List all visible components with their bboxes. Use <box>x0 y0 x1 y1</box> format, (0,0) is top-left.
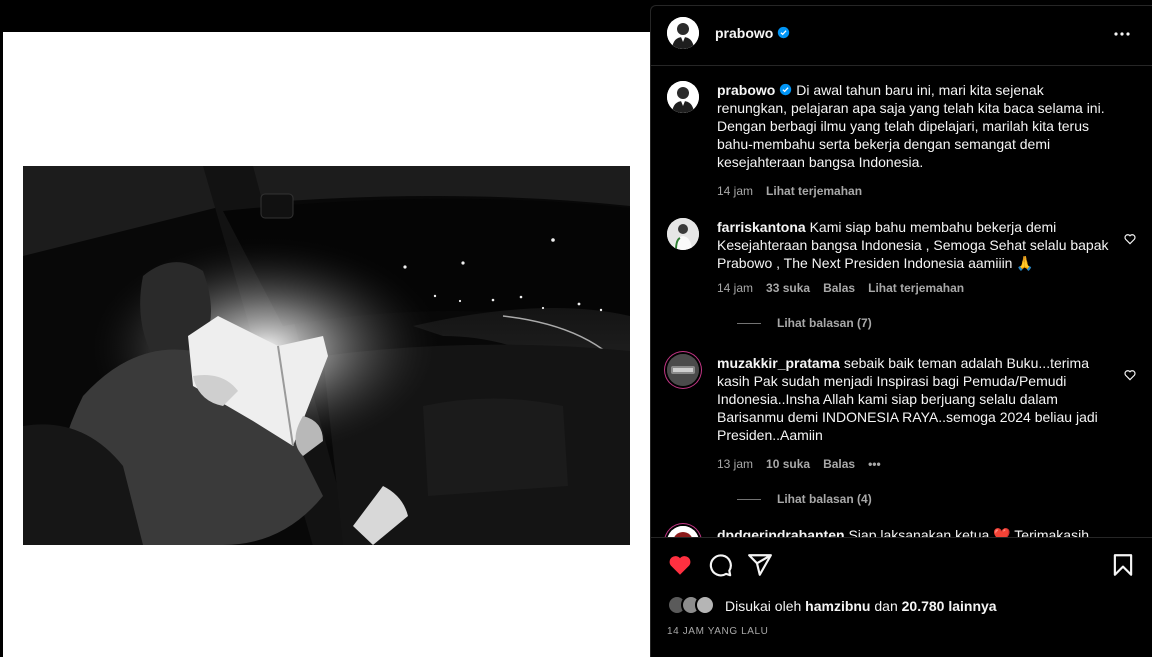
comment-likes[interactable]: 10 suka <box>766 457 810 471</box>
caption-meta: 14 jam Lihat terjemahan <box>717 184 875 198</box>
caption-time: 14 jam <box>717 184 754 198</box>
liked-by-prefix: Disukai oleh <box>725 598 802 614</box>
liked-by-and: dan <box>874 598 898 614</box>
comment-text-block: farriskantona Kami siap bahu membahu bek… <box>717 218 1117 272</box>
comment-likes[interactable]: 33 suka <box>766 281 810 295</box>
comment-time: 13 jam <box>717 457 754 471</box>
share-paper-plane-icon[interactable] <box>747 552 773 578</box>
comment-reply-button[interactable]: Balas <box>823 457 855 471</box>
like-heart-icon[interactable] <box>667 552 693 578</box>
commenter-avatar[interactable] <box>667 218 699 250</box>
comment-translate-link[interactable]: Lihat terjemahan <box>868 281 964 295</box>
post-timestamp[interactable]: 14 JAM YANG LALU <box>667 626 769 637</box>
caption-username[interactable]: prabowo <box>717 82 775 98</box>
post-panel: prabowo prabowo Di awal tahun baru ini, … <box>650 5 1152 657</box>
comment-meta: 13 jam 10 suka Balas ••• <box>717 457 894 471</box>
post-actions: Disukai oleh hamzibnu dan 20.780 lainnya… <box>651 537 1152 657</box>
comment-like-heart-icon[interactable] <box>1123 368 1137 382</box>
view-replies-link[interactable]: Lihat balasan (4) <box>737 492 872 506</box>
save-bookmark-icon[interactable] <box>1110 552 1136 578</box>
comment-reply-button[interactable]: Balas <box>823 281 855 295</box>
media-pane <box>0 0 650 657</box>
comment-bubble-icon[interactable] <box>707 552 733 578</box>
caption-text-block: prabowo Di awal tahun baru ini, mari kit… <box>717 81 1117 171</box>
comment-username[interactable]: muzakkir_pratama <box>717 355 840 371</box>
comment-username[interactable]: dpdgerindrabanten <box>717 527 845 537</box>
caption-author-avatar[interactable] <box>667 81 699 113</box>
comment-more-options-icon[interactable]: ••• <box>868 457 881 471</box>
comment-meta: 14 jam 33 suka Balas Lihat terjemahan <box>717 281 977 295</box>
commenter-avatar[interactable] <box>667 354 699 386</box>
comment-like-heart-icon[interactable] <box>1123 232 1137 246</box>
liked-by-text: Disukai oleh hamzibnu dan 20.780 lainnya <box>725 598 997 614</box>
commenter-avatar[interactable] <box>667 526 699 537</box>
verified-badge-icon <box>778 26 790 39</box>
comment-text-block: dpdgerindrabanten Siap laksanakan ketua … <box>717 526 1117 537</box>
author-username-text[interactable]: prabowo <box>715 25 773 41</box>
photo-man-reading-in-car <box>23 166 630 545</box>
liker-avatar <box>695 595 715 615</box>
author-username[interactable]: prabowo <box>715 25 790 41</box>
more-options-icon[interactable] <box>1110 22 1134 46</box>
verified-badge-icon <box>780 83 792 96</box>
comment-text: Siap laksanakan ketua ❤️ Terimakasih <box>848 527 1089 537</box>
comments-list[interactable]: prabowo Di awal tahun baru ini, mari kit… <box>651 67 1152 537</box>
liked-by-user[interactable]: hamzibnu <box>805 598 870 614</box>
comment-time: 14 jam <box>717 281 754 295</box>
post-header: prabowo <box>651 6 1152 66</box>
caption-translate-link[interactable]: Lihat terjemahan <box>766 184 862 198</box>
comment-username[interactable]: farriskantona <box>717 219 806 235</box>
view-replies-link[interactable]: Lihat balasan (7) <box>737 316 872 330</box>
post-photo[interactable] <box>23 166 630 545</box>
comment-text-block: muzakkir_pratama sebaik baik teman adala… <box>717 354 1117 444</box>
author-avatar[interactable] <box>667 17 699 49</box>
liked-by-count[interactable]: 20.780 lainnya <box>902 598 997 614</box>
